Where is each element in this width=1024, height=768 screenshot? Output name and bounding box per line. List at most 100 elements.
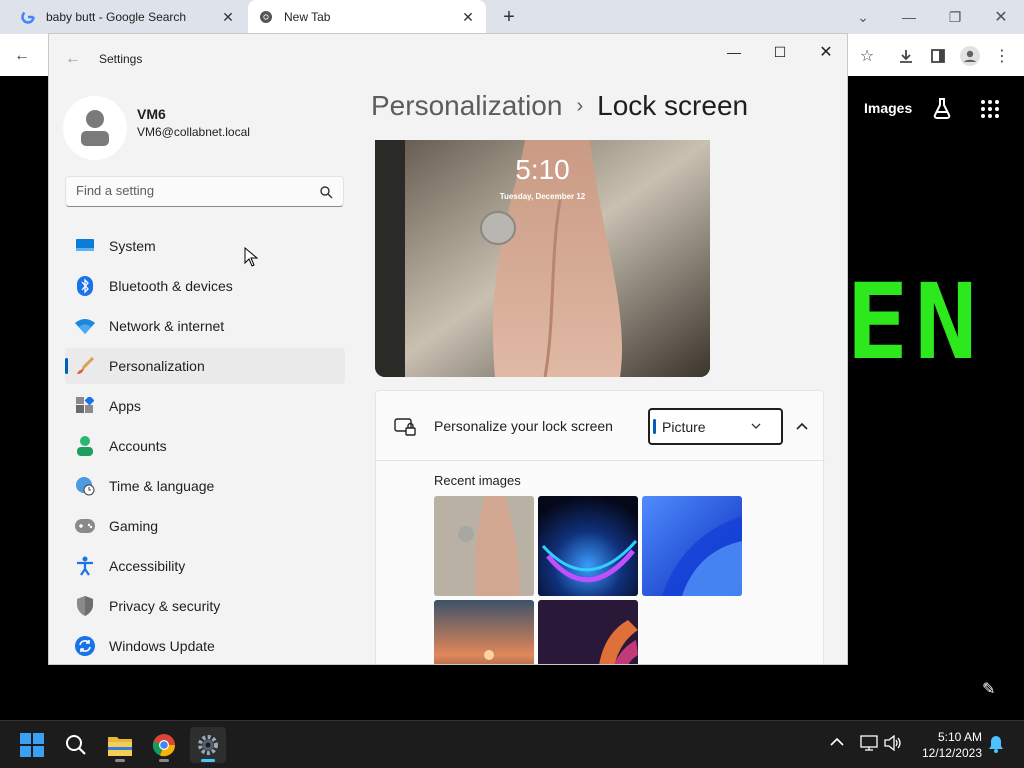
mouse-cursor-icon (244, 247, 258, 267)
nav-label: Accounts (109, 438, 167, 454)
app-title: Settings (99, 52, 143, 66)
dropdown-value: Picture (662, 418, 706, 435)
page-title: Lock screen (597, 90, 749, 121)
search-input[interactable] (76, 183, 306, 198)
recent-image-thumbnail[interactable] (538, 600, 638, 664)
nav-item-network[interactable]: Network & internet (65, 308, 345, 344)
nav-label: Windows Update (109, 638, 215, 654)
chrome-icon (258, 9, 274, 25)
nav-label: Personalization (109, 358, 205, 374)
preview-date: Tuesday, December 12 (499, 192, 586, 201)
tab-strip: baby butt - Google Search ✕ New Tab ✕ + … (0, 0, 1024, 34)
nav-label: Apps (109, 398, 141, 414)
start-icon (20, 733, 44, 757)
tab-title: baby butt - Google Search (46, 10, 187, 24)
user-email: VM6@collabnet.local (137, 125, 250, 139)
chevron-up-icon[interactable] (830, 735, 844, 750)
nav-item-accounts[interactable]: Accounts (65, 428, 345, 464)
recent-images-label: Recent images (434, 473, 521, 488)
nav-item-accessibility[interactable]: Accessibility (65, 548, 345, 584)
nav-item-bluetooth[interactable]: Bluetooth & devices (65, 268, 345, 304)
chevron-down-icon (751, 421, 771, 432)
nav-item-apps[interactable]: Apps (65, 388, 345, 424)
doodle-text: EN (846, 261, 984, 383)
clock-date: 12/12/2023 (921, 746, 982, 760)
flask-icon[interactable] (930, 96, 954, 120)
personalize-dropdown[interactable]: Picture (648, 408, 783, 445)
nav-item-personalization[interactable]: Personalization (65, 348, 345, 384)
active-indicator (201, 759, 215, 762)
settings-icon (198, 735, 218, 755)
apps-icon (75, 396, 95, 416)
tab-new-tab[interactable]: New Tab ✕ (248, 0, 486, 34)
start-button[interactable] (14, 727, 50, 763)
volume-icon[interactable] (884, 734, 902, 754)
download-icon[interactable] (894, 45, 918, 67)
avatar[interactable] (63, 96, 127, 160)
minimize-icon[interactable]: — (711, 38, 757, 66)
chevron-up-icon[interactable] (790, 414, 814, 438)
side-panel-icon[interactable] (926, 45, 950, 67)
nav-item-gaming[interactable]: Gaming (65, 508, 345, 544)
personalize-lock-screen-card: Personalize your lock screen Picture Rec… (375, 390, 825, 664)
search-box[interactable] (65, 176, 344, 207)
nav-item-time-language[interactable]: Time & language (65, 468, 345, 504)
running-indicator (115, 759, 125, 762)
apps-grid-icon[interactable] (980, 99, 1000, 119)
tab-title: New Tab (284, 10, 331, 24)
search-icon (66, 735, 86, 755)
notification-bell-icon[interactable] (988, 735, 1004, 756)
close-window-icon[interactable]: ✕ (803, 38, 847, 66)
recent-image-thumbnail[interactable] (642, 496, 742, 596)
lock-screen-preview: 5:10 Tuesday, December 12 (375, 140, 710, 377)
person-avatar-icon (81, 110, 109, 146)
close-tab-icon[interactable]: ✕ (460, 9, 476, 26)
images-link[interactable]: Images (864, 100, 912, 116)
nav-item-privacy-security[interactable]: Privacy & security (65, 588, 345, 624)
pencil-icon[interactable]: ✎ (982, 679, 995, 699)
taskbar-search-button[interactable] (58, 727, 94, 763)
minimize-icon[interactable]: — (886, 0, 932, 34)
monitor-icon (75, 236, 95, 256)
clock-time: 5:10 AM (937, 730, 982, 744)
chrome-taskbar-button[interactable] (146, 727, 182, 763)
nav-label: Accessibility (109, 558, 186, 574)
maximize-icon[interactable]: ☐ (757, 38, 803, 66)
restore-icon[interactable]: ❐ (932, 0, 978, 34)
nav-item-windows-update[interactable]: Windows Update (65, 628, 345, 664)
tab-google-search[interactable]: baby butt - Google Search ✕ (10, 0, 246, 34)
globe-clock-icon (75, 476, 95, 496)
settings-taskbar-button[interactable] (190, 727, 226, 763)
new-tab-button[interactable]: + (498, 7, 520, 27)
nav-item-system[interactable]: System (65, 228, 345, 264)
file-explorer-icon (108, 737, 132, 756)
file-explorer-button[interactable] (102, 727, 138, 763)
profile-icon[interactable] (958, 45, 982, 67)
nav-label: System (109, 238, 156, 254)
nav-label: Bluetooth & devices (109, 278, 233, 294)
google-g-icon (20, 9, 36, 25)
taskbar: 5:10 AM 12/12/2023 (0, 720, 1024, 768)
update-icon (75, 636, 95, 656)
chrome-icon (152, 734, 176, 757)
menu-dots-icon[interactable]: ⋮ (990, 45, 1014, 67)
back-arrow-icon[interactable]: ← (10, 45, 34, 67)
lock-screen-icon (394, 418, 416, 436)
recent-image-thumbnail[interactable] (538, 496, 638, 596)
recent-image-thumbnail[interactable] (434, 600, 534, 664)
gamepad-icon (75, 516, 95, 536)
nav-label: Time & language (109, 478, 215, 494)
recent-image-thumbnail[interactable] (434, 496, 534, 596)
system-clock[interactable]: 5:10 AM 12/12/2023 (912, 729, 982, 761)
tab-search-chevron-icon[interactable]: ⌄ (840, 0, 886, 34)
search-icon[interactable] (319, 185, 333, 199)
network-icon[interactable] (860, 735, 878, 754)
close-window-icon[interactable]: ✕ (978, 0, 1024, 34)
nav-label: Network & internet (109, 318, 225, 334)
back-arrow-icon[interactable]: ← (65, 50, 81, 68)
breadcrumb-parent[interactable]: Personalization (371, 90, 562, 122)
accessibility-icon (75, 556, 95, 576)
bookmark-star-icon[interactable]: ☆ (855, 45, 879, 67)
close-tab-icon[interactable]: ✕ (220, 9, 236, 26)
nav-label: Gaming (109, 518, 159, 534)
